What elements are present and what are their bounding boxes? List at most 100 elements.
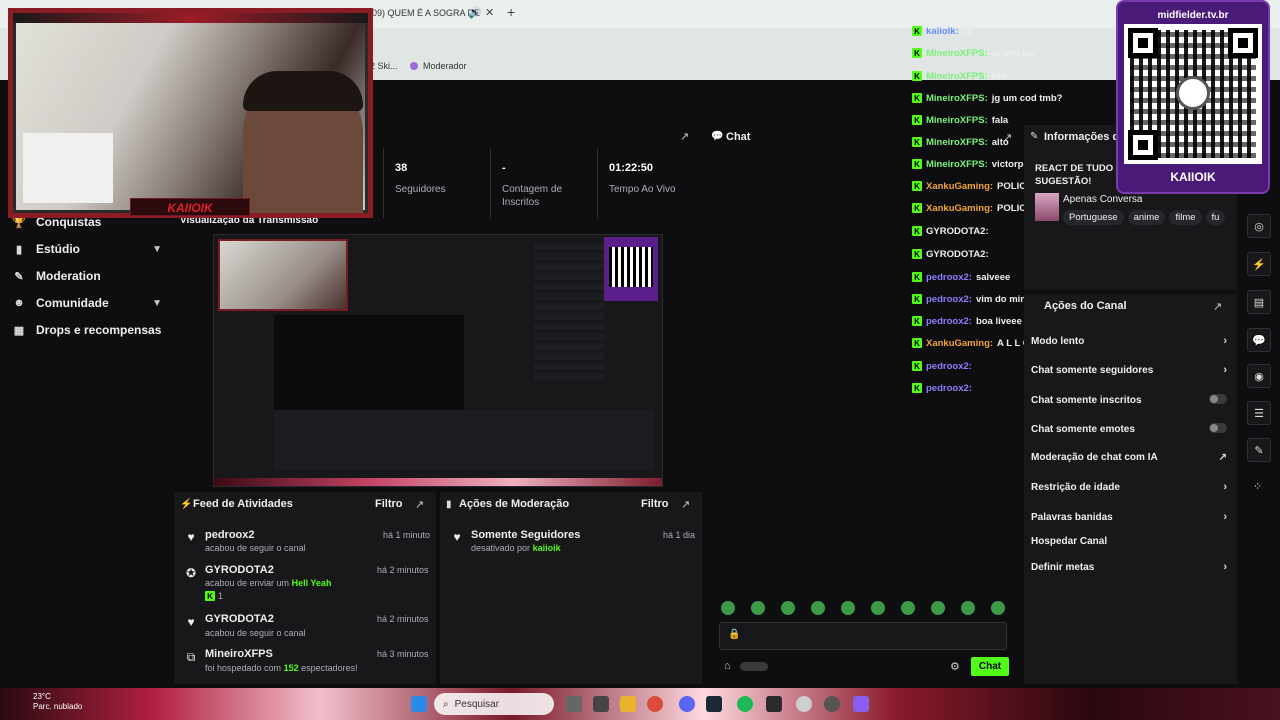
emote-icon[interactable] [991,601,1005,615]
feed-user[interactable]: MineiroXFPS [205,648,273,660]
chat-username[interactable]: XankuGaming: [926,181,993,192]
discord-icon[interactable] [679,696,695,712]
folder-icon[interactable] [620,696,636,712]
action-host-channel[interactable]: Hospedar Canal [1031,536,1227,547]
rail-camera-icon[interactable]: ◎ [1247,214,1271,238]
action-emotes-only[interactable]: Chat somente emotes [1031,423,1227,436]
chat-username[interactable]: MineiroXFPS: [926,71,988,82]
stream-preview[interactable] [213,234,663,487]
chat-username[interactable]: pedroox2: [926,316,972,327]
kick-badge-icon: K [912,93,922,103]
chat-username[interactable]: pedroox2: [926,383,972,394]
close-tab-icon[interactable]: ✕ [485,6,494,19]
taskbar-search[interactable]: ⌕ Pesquisar [434,693,554,715]
emote-icon[interactable] [961,601,975,615]
activity-filter-button[interactable]: Filtro [375,498,403,510]
feed-user[interactable]: GYRODOTA2 [205,613,274,625]
action-ai-moderation[interactable]: Moderação de chat com IA ↗ [1031,452,1227,463]
chat-message: Kpedroox2: salveee [912,270,1010,284]
feed-user[interactable]: pedroox2 [205,529,255,541]
rail-dots-icon[interactable]: ⁘ [1253,480,1262,493]
windows-start-icon[interactable] [411,696,427,712]
sidebar-item-drops[interactable]: ▦ Drops e recompensas [12,323,162,337]
emote-icon[interactable] [811,601,825,615]
tag[interactable]: filme [1169,210,1202,225]
emote-icon[interactable] [751,601,765,615]
emote-icon[interactable] [781,601,795,615]
store-icon[interactable]: ⌂ [724,660,731,672]
action-subs-only[interactable]: Chat somente inscritos [1031,394,1227,407]
action-banned-words[interactable]: Palavras banidas › [1031,511,1227,523]
chat-username[interactable]: XankuGaming: [926,338,993,349]
emote-icon[interactable] [901,601,915,615]
rail-broadcast-icon[interactable]: ◉ [1247,364,1271,388]
action-set-goals[interactable]: Definir metas › [1031,561,1227,573]
rail-wrench-icon[interactable]: ✎ [1247,438,1271,462]
popout-icon[interactable]: ↗ [1213,300,1222,313]
action-slow-mode[interactable]: Modo lento › [1031,335,1227,347]
chat-username[interactable]: kaiiolk: [926,26,959,37]
chat-title: Chat [726,131,751,143]
emote-icon[interactable] [871,601,885,615]
sidebar-item-moderation[interactable]: ✎ Moderation [12,269,162,283]
tag[interactable]: anime [1127,210,1166,225]
terminal-icon[interactable] [593,696,609,712]
action-age-restriction[interactable]: Restrição de idade › [1031,481,1227,493]
mod-filter-button[interactable]: Filtro [641,498,669,510]
rail-chat-icon[interactable]: 💬 [1247,328,1271,352]
kick-badge-icon: K [912,226,922,236]
popout-icon[interactable]: ↗ [415,498,424,511]
tag[interactable]: fu [1205,210,1225,225]
chat-send-button[interactable]: Chat [971,657,1009,676]
chat-username[interactable]: pedroox2: [926,361,972,372]
sidebar-item-estudio[interactable]: ▮ Estúdio ▼ [12,242,162,256]
emote-icon[interactable] [931,601,945,615]
chat-username[interactable]: GYRODOTA2: [926,226,989,237]
taskview-icon[interactable] [566,696,582,712]
rail-doc-icon[interactable]: ▤ [1247,290,1271,314]
chat-username[interactable]: XankuGaming: [926,203,993,214]
kick-badge-icon: K [912,361,922,371]
chat-username[interactable]: pedroox2: [926,272,972,283]
popout-icon[interactable]: ↗ [680,130,689,143]
category-name[interactable]: Apenas Conversa [1063,194,1143,205]
feed-kick-count: K1 [205,591,223,601]
toggle-switch[interactable] [1209,423,1227,433]
browser-tab-title[interactable]: 09) QUEM É A SOGRA DE [372,8,480,18]
bookmark-moderador[interactable]: Moderador [410,61,467,71]
chat-username[interactable]: GYRODOTA2: [926,249,989,260]
chat-username[interactable]: pedroox2: [926,294,972,305]
app-icon[interactable] [853,696,869,712]
chat-username[interactable]: MineiroXFPS: [926,93,988,104]
chat-username[interactable]: MineiroXFPS: [926,137,988,148]
speaker-icon[interactable]: 🔊 [468,6,482,19]
spotify-icon[interactable] [737,696,753,712]
chat-text: kkk [991,70,1008,82]
app-icon[interactable] [766,696,782,712]
rail-list-icon[interactable]: ☰ [1247,401,1271,425]
emote-icon[interactable] [721,601,735,615]
new-tab-icon[interactable]: + [507,4,515,20]
obs-icon[interactable] [796,696,812,712]
app-icon[interactable] [824,696,840,712]
rail-bolt-icon[interactable]: ⚡ [1247,252,1271,276]
feed-user[interactable]: GYRODOTA2 [205,564,274,576]
toggle-switch[interactable] [1209,394,1227,404]
kick-badge-icon: K [912,181,922,191]
sidebar-item-comunidade[interactable]: ☻ Comunidade ▼ [12,296,162,310]
chevron-right-icon: › [1223,481,1227,493]
chrome-icon[interactable] [647,696,663,712]
emote-bar[interactable] [721,601,1005,618]
chat-username[interactable]: MineiroXFPS: [926,159,988,170]
weather-widget[interactable]: 23°C Parc. nublado [33,692,82,712]
steam-icon[interactable] [706,696,722,712]
gear-icon[interactable]: ⚙ [950,660,960,673]
chat-username[interactable]: MineiroXFPS: [926,115,988,126]
action-followers-only[interactable]: Chat somente seguidores › [1031,364,1227,376]
chat-input[interactable] [719,622,1007,650]
emote-icon[interactable] [841,601,855,615]
tag[interactable]: Portuguese [1063,210,1124,225]
bookmark-item[interactable]: 2 Ski... [370,61,398,71]
popout-icon[interactable]: ↗ [681,498,690,511]
chat-username[interactable]: MineiroXFPS: [926,48,988,59]
